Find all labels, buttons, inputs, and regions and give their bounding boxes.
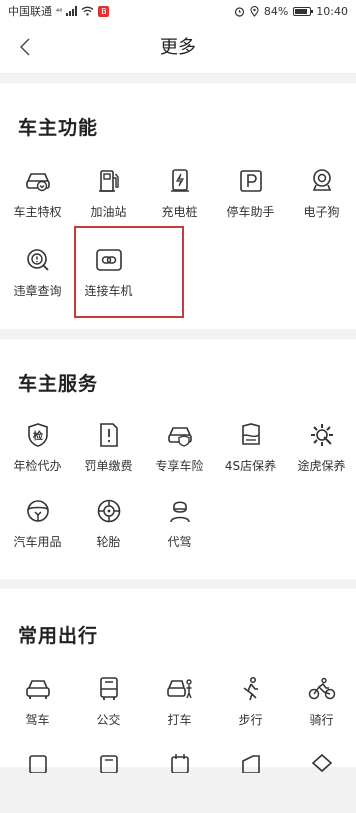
inspection-glyph: 检 (33, 430, 43, 443)
location-icon (250, 5, 259, 17)
notification-badge-icon: B (98, 5, 110, 17)
item-4s-service[interactable]: 4S店保养 (215, 421, 286, 485)
item-partial-5[interactable] (286, 749, 356, 813)
bike-icon (308, 675, 336, 703)
item-label: 专享车险 (155, 459, 204, 473)
item-label: 加油站 (90, 205, 127, 219)
walk-icon (237, 675, 265, 703)
clock: 10:40 (316, 4, 348, 18)
partial-row-icon (95, 749, 123, 777)
item-bus[interactable]: 公交 (73, 675, 144, 739)
gear-wrench-icon (308, 421, 336, 449)
page-title: 更多 (160, 37, 196, 58)
gas-station-icon (95, 167, 123, 195)
highlight-box (74, 226, 184, 318)
item-partial-3[interactable] (144, 749, 215, 813)
item-drive[interactable]: 驾车 (2, 675, 73, 739)
battery-icon (293, 6, 314, 16)
item-car-supplies[interactable]: 汽车用品 (2, 497, 73, 561)
item-label: 公交 (96, 713, 121, 727)
violation-search-icon (24, 246, 52, 274)
section-owner-services: 车主服务 检 年检代办 罚单缴费 专享车险 4S店保养 途虎保养 汽车用品 轮胎… (0, 339, 356, 579)
item-label: 驾车 (25, 713, 50, 727)
bus-icon (95, 675, 123, 703)
car-icon (24, 675, 52, 703)
battery-percent: 84% (263, 4, 289, 18)
driver-icon (166, 497, 194, 525)
network-type-label: ⁴⁶ (56, 6, 63, 16)
item-label: 充电桩 (161, 205, 198, 219)
status-bar: 中国联通 ⁴⁶ B 84% 10:40 (0, 0, 356, 22)
item-partial-4[interactable] (215, 749, 286, 813)
item-label: 车主特权 (13, 205, 62, 219)
section-common-travel: 常用出行 驾车 公交 打车 步行 骑行 (0, 589, 356, 773)
partial-row-icon (308, 749, 336, 777)
item-walk[interactable]: 步行 (215, 675, 286, 739)
item-tuhu-service[interactable]: 途虎保养 (286, 421, 356, 485)
item-car-insurance[interactable]: 专享车险 (144, 421, 215, 485)
item-charging-pile[interactable]: 充电桩 (144, 167, 215, 231)
section-title: 车主功能 (18, 117, 99, 139)
section-title: 车主服务 (18, 373, 99, 395)
dealer-service-icon (237, 421, 265, 449)
item-designated-driver[interactable]: 代驾 (144, 497, 215, 561)
charging-pile-icon (166, 167, 194, 195)
section-title: 常用出行 (18, 625, 99, 647)
ticket-fine-icon (95, 421, 123, 449)
item-label: 停车助手 (226, 205, 275, 219)
item-label: 途虎保养 (297, 459, 346, 473)
carrier-label: 中国联通 (8, 5, 52, 18)
item-label: 轮胎 (96, 535, 121, 549)
item-fine-payment[interactable]: 罚单缴费 (73, 421, 144, 485)
partial-row-icon (237, 749, 265, 777)
item-partial-1[interactable] (2, 749, 73, 813)
partial-row-icon (24, 749, 52, 777)
item-violation-search[interactable]: 违章查询 (2, 246, 73, 310)
item-bike[interactable]: 骑行 (286, 675, 356, 739)
item-partial-2[interactable] (73, 749, 144, 813)
item-annual-inspection[interactable]: 检 年检代办 (2, 421, 73, 485)
item-label: 违章查询 (13, 284, 62, 298)
item-label: 汽车用品 (13, 535, 62, 549)
steering-wheel-icon (24, 497, 52, 525)
item-label: 4S店保养 (224, 459, 277, 473)
car-insurance-icon (166, 421, 194, 449)
item-label: 罚单缴费 (84, 459, 133, 473)
wifi-icon (81, 6, 94, 16)
signal-icon (66, 6, 78, 16)
item-car-privilege[interactable]: 车主特权 (2, 167, 73, 231)
item-gas-station[interactable]: 加油站 (73, 167, 144, 231)
item-taxi[interactable]: 打车 (144, 675, 215, 739)
parking-icon (237, 167, 265, 195)
partial-row-icon (166, 749, 194, 777)
item-label: 步行 (238, 713, 263, 727)
inspection-shield-icon: 检 (24, 421, 52, 449)
tire-icon (95, 497, 123, 525)
nav-bar: 更多 (0, 22, 356, 74)
item-tire[interactable]: 轮胎 (73, 497, 144, 561)
item-label: 年检代办 (13, 459, 62, 473)
item-label: 代驾 (167, 535, 192, 549)
item-camera[interactable]: 电子狗 (286, 167, 356, 231)
item-label: 骑行 (309, 713, 334, 727)
camera-icon (308, 167, 336, 195)
car-privilege-icon (24, 167, 52, 195)
taxi-icon (166, 675, 194, 703)
item-label: 打车 (167, 713, 192, 727)
alarm-icon (234, 6, 245, 17)
item-label: 电子狗 (303, 205, 340, 219)
item-parking[interactable]: 停车助手 (215, 167, 286, 231)
